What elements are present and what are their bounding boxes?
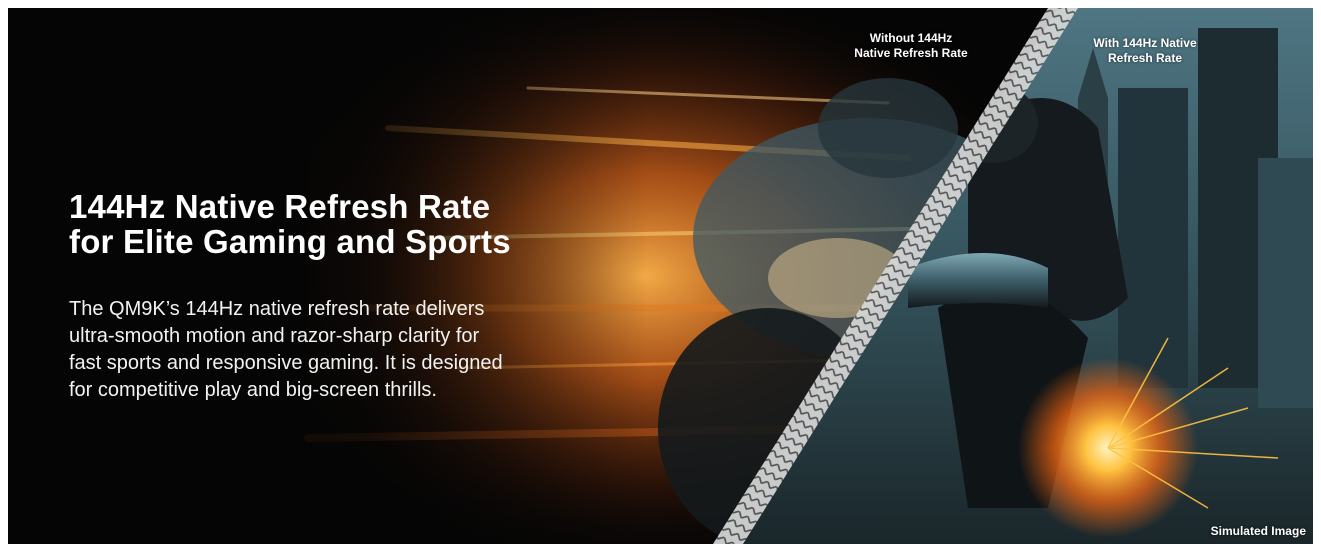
with-label-line-1: With 144Hz Native <box>1093 36 1197 50</box>
without-144hz-label: Without 144Hz Native Refresh Rate <box>836 31 986 61</box>
description-line: The QM9K’s 144Hz native refresh rate del… <box>69 298 485 320</box>
with-144hz-label: With 144Hz Native Refresh Rate <box>1070 36 1220 66</box>
motorcycle-comparison-image <box>8 8 1313 544</box>
description-line: fast sports and responsive gaming. It is… <box>69 352 503 374</box>
without-label-line-2: Native Refresh Rate <box>854 46 968 60</box>
description-line: for competitive play and big-screen thri… <box>69 379 437 401</box>
hero-banner: 144Hz Native Refresh Rate for Elite Gami… <box>8 8 1313 544</box>
description-line: ultra-smooth motion and razor-sharp clar… <box>69 325 480 347</box>
headline-line-1: 144Hz Native Refresh Rate <box>69 188 491 225</box>
with-label-line-2: Refresh Rate <box>1107 51 1183 65</box>
description: The QM9K’s 144Hz native refresh rate del… <box>69 296 629 404</box>
without-label-line-1: Without 144Hz <box>869 31 953 45</box>
headline-line-2: for Elite Gaming and Sports <box>69 223 511 260</box>
simulated-image-disclaimer: Simulated Image <box>1210 524 1306 538</box>
headline: 144Hz Native Refresh Rate for Elite Gami… <box>69 189 669 259</box>
